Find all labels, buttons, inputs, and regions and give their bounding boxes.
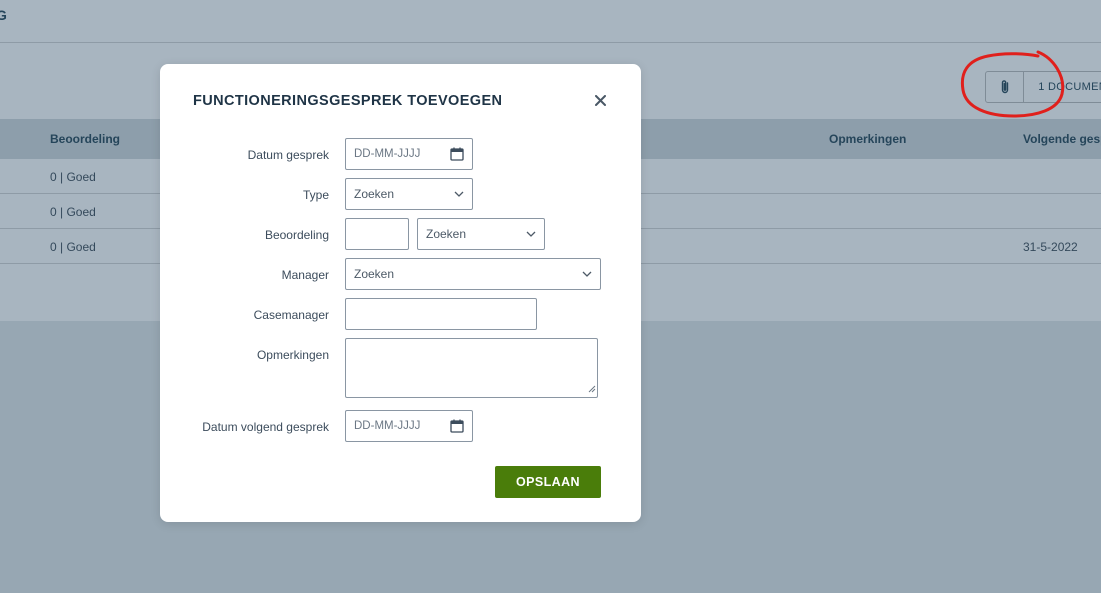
manager-select-value: Zoeken (354, 267, 395, 281)
page-title: G (0, 7, 7, 23)
cell-beoordeling: 0 | Goed (50, 205, 96, 219)
manager-select[interactable]: Zoeken (345, 258, 601, 290)
datum-volgend-gesprek-input[interactable]: DD-MM-JJJJ (345, 410, 473, 442)
documents-button[interactable]: 1 DOCUMENT (985, 71, 1101, 103)
label-datum-volgend-gesprek: Datum volgend gesprek (202, 420, 329, 434)
cell-beoordeling: 0 | Goed (50, 240, 96, 254)
beoordeling-score-input[interactable] (345, 218, 409, 250)
cell-volgende-gesprek: 31-5-2022 (1023, 240, 1078, 254)
column-header-volgende-gesprek: Volgende gesprek (1023, 132, 1101, 146)
column-header-opmerkingen: Opmerkingen (829, 132, 907, 146)
save-button[interactable]: OPSLAAN (495, 466, 601, 498)
beoordeling-select-value: Zoeken (426, 227, 467, 241)
datum-gesprek-input[interactable]: DD-MM-JJJJ (345, 138, 473, 170)
calendar-icon[interactable] (450, 147, 464, 161)
label-opmerkingen: Opmerkingen (256, 348, 329, 362)
dialog-title: FUNCTIONERINGSGESPREK TOEVOEGEN (193, 93, 503, 109)
beoordeling-select[interactable]: Zoeken (417, 218, 545, 250)
label-datum-gesprek: Datum gesprek (247, 148, 329, 162)
close-icon[interactable] (592, 92, 608, 108)
datum-volgend-gesprek-placeholder: DD-MM-JJJJ (354, 420, 421, 432)
resize-grip-icon[interactable] (588, 382, 596, 396)
chevron-down-icon (454, 191, 464, 197)
datum-gesprek-placeholder: DD-MM-JJJJ (354, 148, 421, 160)
calendar-icon[interactable] (450, 419, 464, 433)
add-review-dialog: FUNCTIONERINGSGESPREK TOEVOEGEN Datum ge… (160, 64, 641, 522)
type-select[interactable]: Zoeken (345, 178, 473, 210)
cell-beoordeling: 0 | Goed (50, 170, 96, 184)
paperclip-icon (986, 72, 1025, 102)
chevron-down-icon (582, 271, 592, 277)
label-beoordeling: Beoordeling (264, 228, 329, 242)
chevron-down-icon (526, 231, 536, 237)
page-header: G (0, 0, 1101, 43)
opmerkingen-textarea[interactable] (345, 338, 598, 398)
column-header-beoordeling: Beoordeling (50, 132, 121, 146)
label-casemanager: Casemanager (253, 308, 329, 322)
label-manager: Manager (281, 268, 329, 282)
label-type: Type (302, 188, 329, 202)
type-select-value: Zoeken (354, 187, 395, 201)
documents-button-label: 1 DOCUMENT (1038, 81, 1101, 93)
casemanager-input[interactable] (345, 298, 537, 330)
